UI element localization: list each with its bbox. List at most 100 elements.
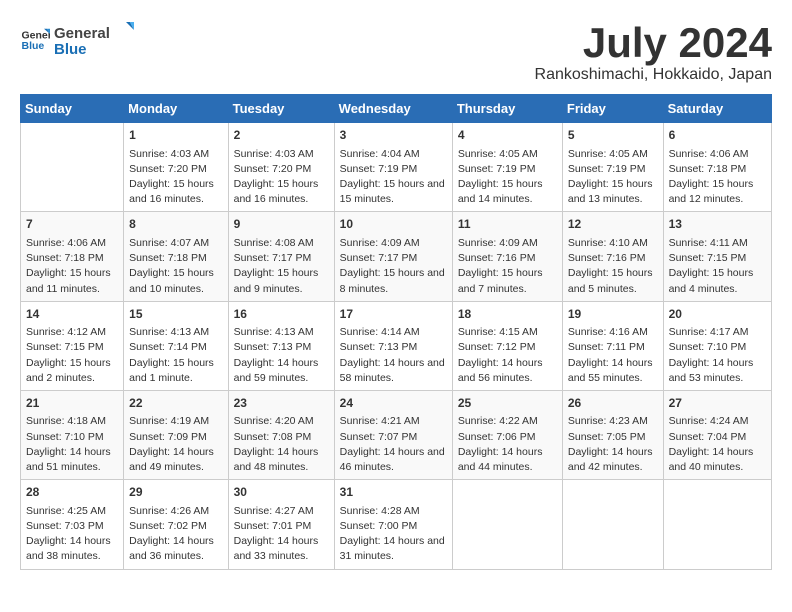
sunrise: Sunrise: 4:16 AM: [568, 325, 658, 340]
sunset: Sunset: 7:16 PM: [568, 251, 658, 266]
calendar-cell: 25Sunrise: 4:22 AMSunset: 7:06 PMDayligh…: [452, 390, 562, 479]
sunrise: Sunrise: 4:28 AM: [340, 504, 447, 519]
day-of-week-header: Thursday: [452, 95, 562, 123]
sunset: Sunset: 7:19 PM: [458, 162, 557, 177]
sunrise: Sunrise: 4:18 AM: [26, 414, 118, 429]
daylight: Daylight: 15 hours and 10 minutes.: [129, 266, 222, 296]
sunset: Sunset: 7:09 PM: [129, 430, 222, 445]
sunrise: Sunrise: 4:26 AM: [129, 504, 222, 519]
day-number: 20: [669, 306, 766, 323]
day-number: 31: [340, 484, 447, 501]
calendar-cell: 10Sunrise: 4:09 AMSunset: 7:17 PMDayligh…: [334, 212, 452, 301]
day-of-week-header: Saturday: [663, 95, 771, 123]
calendar-cell: 26Sunrise: 4:23 AMSunset: 7:05 PMDayligh…: [562, 390, 663, 479]
header: General Blue General Blue July 2024 Rank…: [20, 20, 772, 84]
calendar-cell: 30Sunrise: 4:27 AMSunset: 7:01 PMDayligh…: [228, 480, 334, 569]
sunset: Sunset: 7:19 PM: [340, 162, 447, 177]
daylight: Daylight: 14 hours and 58 minutes.: [340, 356, 447, 386]
logo-svg: General Blue: [54, 20, 134, 60]
calendar-header: SundayMondayTuesdayWednesdayThursdayFrid…: [21, 95, 772, 123]
calendar-cell: 17Sunrise: 4:14 AMSunset: 7:13 PMDayligh…: [334, 301, 452, 390]
calendar-cell: [452, 480, 562, 569]
day-of-week-header: Monday: [124, 95, 228, 123]
calendar-cell: 27Sunrise: 4:24 AMSunset: 7:04 PMDayligh…: [663, 390, 771, 479]
sunset: Sunset: 7:06 PM: [458, 430, 557, 445]
day-number: 14: [26, 306, 118, 323]
sunset: Sunset: 7:18 PM: [26, 251, 118, 266]
daylight: Daylight: 14 hours and 33 minutes.: [234, 534, 329, 564]
calendar-cell: 23Sunrise: 4:20 AMSunset: 7:08 PMDayligh…: [228, 390, 334, 479]
daylight: Daylight: 14 hours and 56 minutes.: [458, 356, 557, 386]
sunrise: Sunrise: 4:08 AM: [234, 236, 329, 251]
day-number: 1: [129, 127, 222, 144]
day-of-week-header: Friday: [562, 95, 663, 123]
calendar-cell: 31Sunrise: 4:28 AMSunset: 7:00 PMDayligh…: [334, 480, 452, 569]
calendar-cell: 1Sunrise: 4:03 AMSunset: 7:20 PMDaylight…: [124, 123, 228, 212]
daylight: Daylight: 15 hours and 2 minutes.: [26, 356, 118, 386]
day-number: 6: [669, 127, 766, 144]
calendar-cell: 8Sunrise: 4:07 AMSunset: 7:18 PMDaylight…: [124, 212, 228, 301]
daylight: Daylight: 15 hours and 5 minutes.: [568, 266, 658, 296]
calendar-cell: 19Sunrise: 4:16 AMSunset: 7:11 PMDayligh…: [562, 301, 663, 390]
sunrise: Sunrise: 4:27 AM: [234, 504, 329, 519]
daylight: Daylight: 14 hours and 44 minutes.: [458, 445, 557, 475]
daylight: Daylight: 15 hours and 11 minutes.: [26, 266, 118, 296]
day-number: 9: [234, 216, 329, 233]
sunrise: Sunrise: 4:15 AM: [458, 325, 557, 340]
calendar-cell: 12Sunrise: 4:10 AMSunset: 7:16 PMDayligh…: [562, 212, 663, 301]
daylight: Daylight: 15 hours and 14 minutes.: [458, 177, 557, 207]
sunset: Sunset: 7:19 PM: [568, 162, 658, 177]
calendar-week-row: 7Sunrise: 4:06 AMSunset: 7:18 PMDaylight…: [21, 212, 772, 301]
calendar-cell: 3Sunrise: 4:04 AMSunset: 7:19 PMDaylight…: [334, 123, 452, 212]
sunset: Sunset: 7:13 PM: [340, 340, 447, 355]
daylight: Daylight: 15 hours and 12 minutes.: [669, 177, 766, 207]
calendar-cell: [663, 480, 771, 569]
sunrise: Sunrise: 4:13 AM: [234, 325, 329, 340]
sunrise: Sunrise: 4:20 AM: [234, 414, 329, 429]
sunset: Sunset: 7:07 PM: [340, 430, 447, 445]
day-number: 11: [458, 216, 557, 233]
day-number: 30: [234, 484, 329, 501]
sunset: Sunset: 7:18 PM: [669, 162, 766, 177]
calendar-week-row: 21Sunrise: 4:18 AMSunset: 7:10 PMDayligh…: [21, 390, 772, 479]
sunset: Sunset: 7:04 PM: [669, 430, 766, 445]
day-number: 4: [458, 127, 557, 144]
day-of-week-header: Tuesday: [228, 95, 334, 123]
calendar-cell: 15Sunrise: 4:13 AMSunset: 7:14 PMDayligh…: [124, 301, 228, 390]
day-number: 19: [568, 306, 658, 323]
sunrise: Sunrise: 4:24 AM: [669, 414, 766, 429]
sunset: Sunset: 7:18 PM: [129, 251, 222, 266]
title-area: July 2024 Rankoshimachi, Hokkaido, Japan: [535, 20, 772, 84]
sunset: Sunset: 7:15 PM: [26, 340, 118, 355]
logo-icon: General Blue: [20, 25, 50, 55]
calendar-cell: 28Sunrise: 4:25 AMSunset: 7:03 PMDayligh…: [21, 480, 124, 569]
calendar-cell: 16Sunrise: 4:13 AMSunset: 7:13 PMDayligh…: [228, 301, 334, 390]
calendar-table: SundayMondayTuesdayWednesdayThursdayFrid…: [20, 94, 772, 569]
daylight: Daylight: 14 hours and 59 minutes.: [234, 356, 329, 386]
calendar-cell: 29Sunrise: 4:26 AMSunset: 7:02 PMDayligh…: [124, 480, 228, 569]
day-number: 2: [234, 127, 329, 144]
sunset: Sunset: 7:10 PM: [26, 430, 118, 445]
sunrise: Sunrise: 4:09 AM: [458, 236, 557, 251]
day-of-week-header: Wednesday: [334, 95, 452, 123]
daylight: Daylight: 15 hours and 8 minutes.: [340, 266, 447, 296]
sunrise: Sunrise: 4:10 AM: [568, 236, 658, 251]
calendar-cell: 11Sunrise: 4:09 AMSunset: 7:16 PMDayligh…: [452, 212, 562, 301]
sunset: Sunset: 7:05 PM: [568, 430, 658, 445]
day-number: 22: [129, 395, 222, 412]
day-number: 13: [669, 216, 766, 233]
logo: General Blue General Blue: [20, 20, 134, 60]
calendar-week-row: 14Sunrise: 4:12 AMSunset: 7:15 PMDayligh…: [21, 301, 772, 390]
daylight: Daylight: 15 hours and 1 minute.: [129, 356, 222, 386]
svg-text:Blue: Blue: [22, 40, 45, 52]
calendar-week-row: 28Sunrise: 4:25 AMSunset: 7:03 PMDayligh…: [21, 480, 772, 569]
days-of-week-row: SundayMondayTuesdayWednesdayThursdayFrid…: [21, 95, 772, 123]
sunset: Sunset: 7:11 PM: [568, 340, 658, 355]
day-number: 5: [568, 127, 658, 144]
calendar-cell: 7Sunrise: 4:06 AMSunset: 7:18 PMDaylight…: [21, 212, 124, 301]
daylight: Daylight: 14 hours and 38 minutes.: [26, 534, 118, 564]
calendar-cell: 18Sunrise: 4:15 AMSunset: 7:12 PMDayligh…: [452, 301, 562, 390]
sunset: Sunset: 7:10 PM: [669, 340, 766, 355]
sunset: Sunset: 7:12 PM: [458, 340, 557, 355]
calendar-cell: 4Sunrise: 4:05 AMSunset: 7:19 PMDaylight…: [452, 123, 562, 212]
